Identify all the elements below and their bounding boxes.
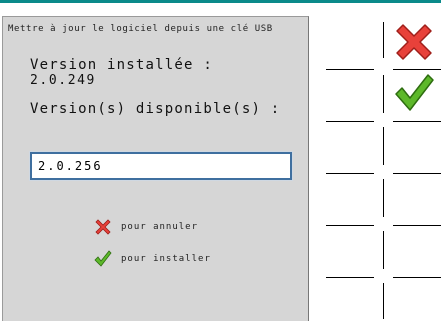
divider xyxy=(326,121,374,122)
red-x-icon xyxy=(392,20,436,68)
screen: Mettre à jour le logiciel depuis une clé… xyxy=(0,0,441,321)
divider xyxy=(326,173,374,174)
confirm-button[interactable] xyxy=(388,69,440,119)
cancel-button[interactable] xyxy=(388,19,440,69)
legend-cancel: pour annuler xyxy=(93,217,198,237)
installed-version-label: Version installée : xyxy=(30,57,213,73)
divider xyxy=(326,277,374,278)
divider xyxy=(393,121,441,122)
available-versions-label: Version(s) disponible(s) : xyxy=(30,101,281,117)
divider xyxy=(383,75,384,113)
update-dialog: Mettre à jour le logiciel depuis une clé… xyxy=(2,16,309,321)
legend-cancel-text: pour annuler xyxy=(121,222,199,232)
legend-install-text: pour installer xyxy=(121,254,211,264)
divider xyxy=(383,179,384,217)
green-check-icon xyxy=(93,249,113,269)
divider xyxy=(383,127,384,165)
available-version-select[interactable]: 2.0.256 xyxy=(29,151,293,181)
divider xyxy=(393,225,441,226)
divider xyxy=(383,22,384,58)
divider xyxy=(326,69,374,70)
installed-version-value: 2.0.249 xyxy=(30,73,96,88)
divider xyxy=(393,173,441,174)
divider xyxy=(383,283,384,319)
legend-install: pour installer xyxy=(93,249,211,269)
dialog-title: Mettre à jour le logiciel depuis une clé… xyxy=(8,24,273,34)
green-check-icon xyxy=(392,70,436,118)
divider xyxy=(383,231,384,269)
red-x-icon xyxy=(93,217,113,237)
divider xyxy=(326,225,374,226)
divider xyxy=(393,277,441,278)
